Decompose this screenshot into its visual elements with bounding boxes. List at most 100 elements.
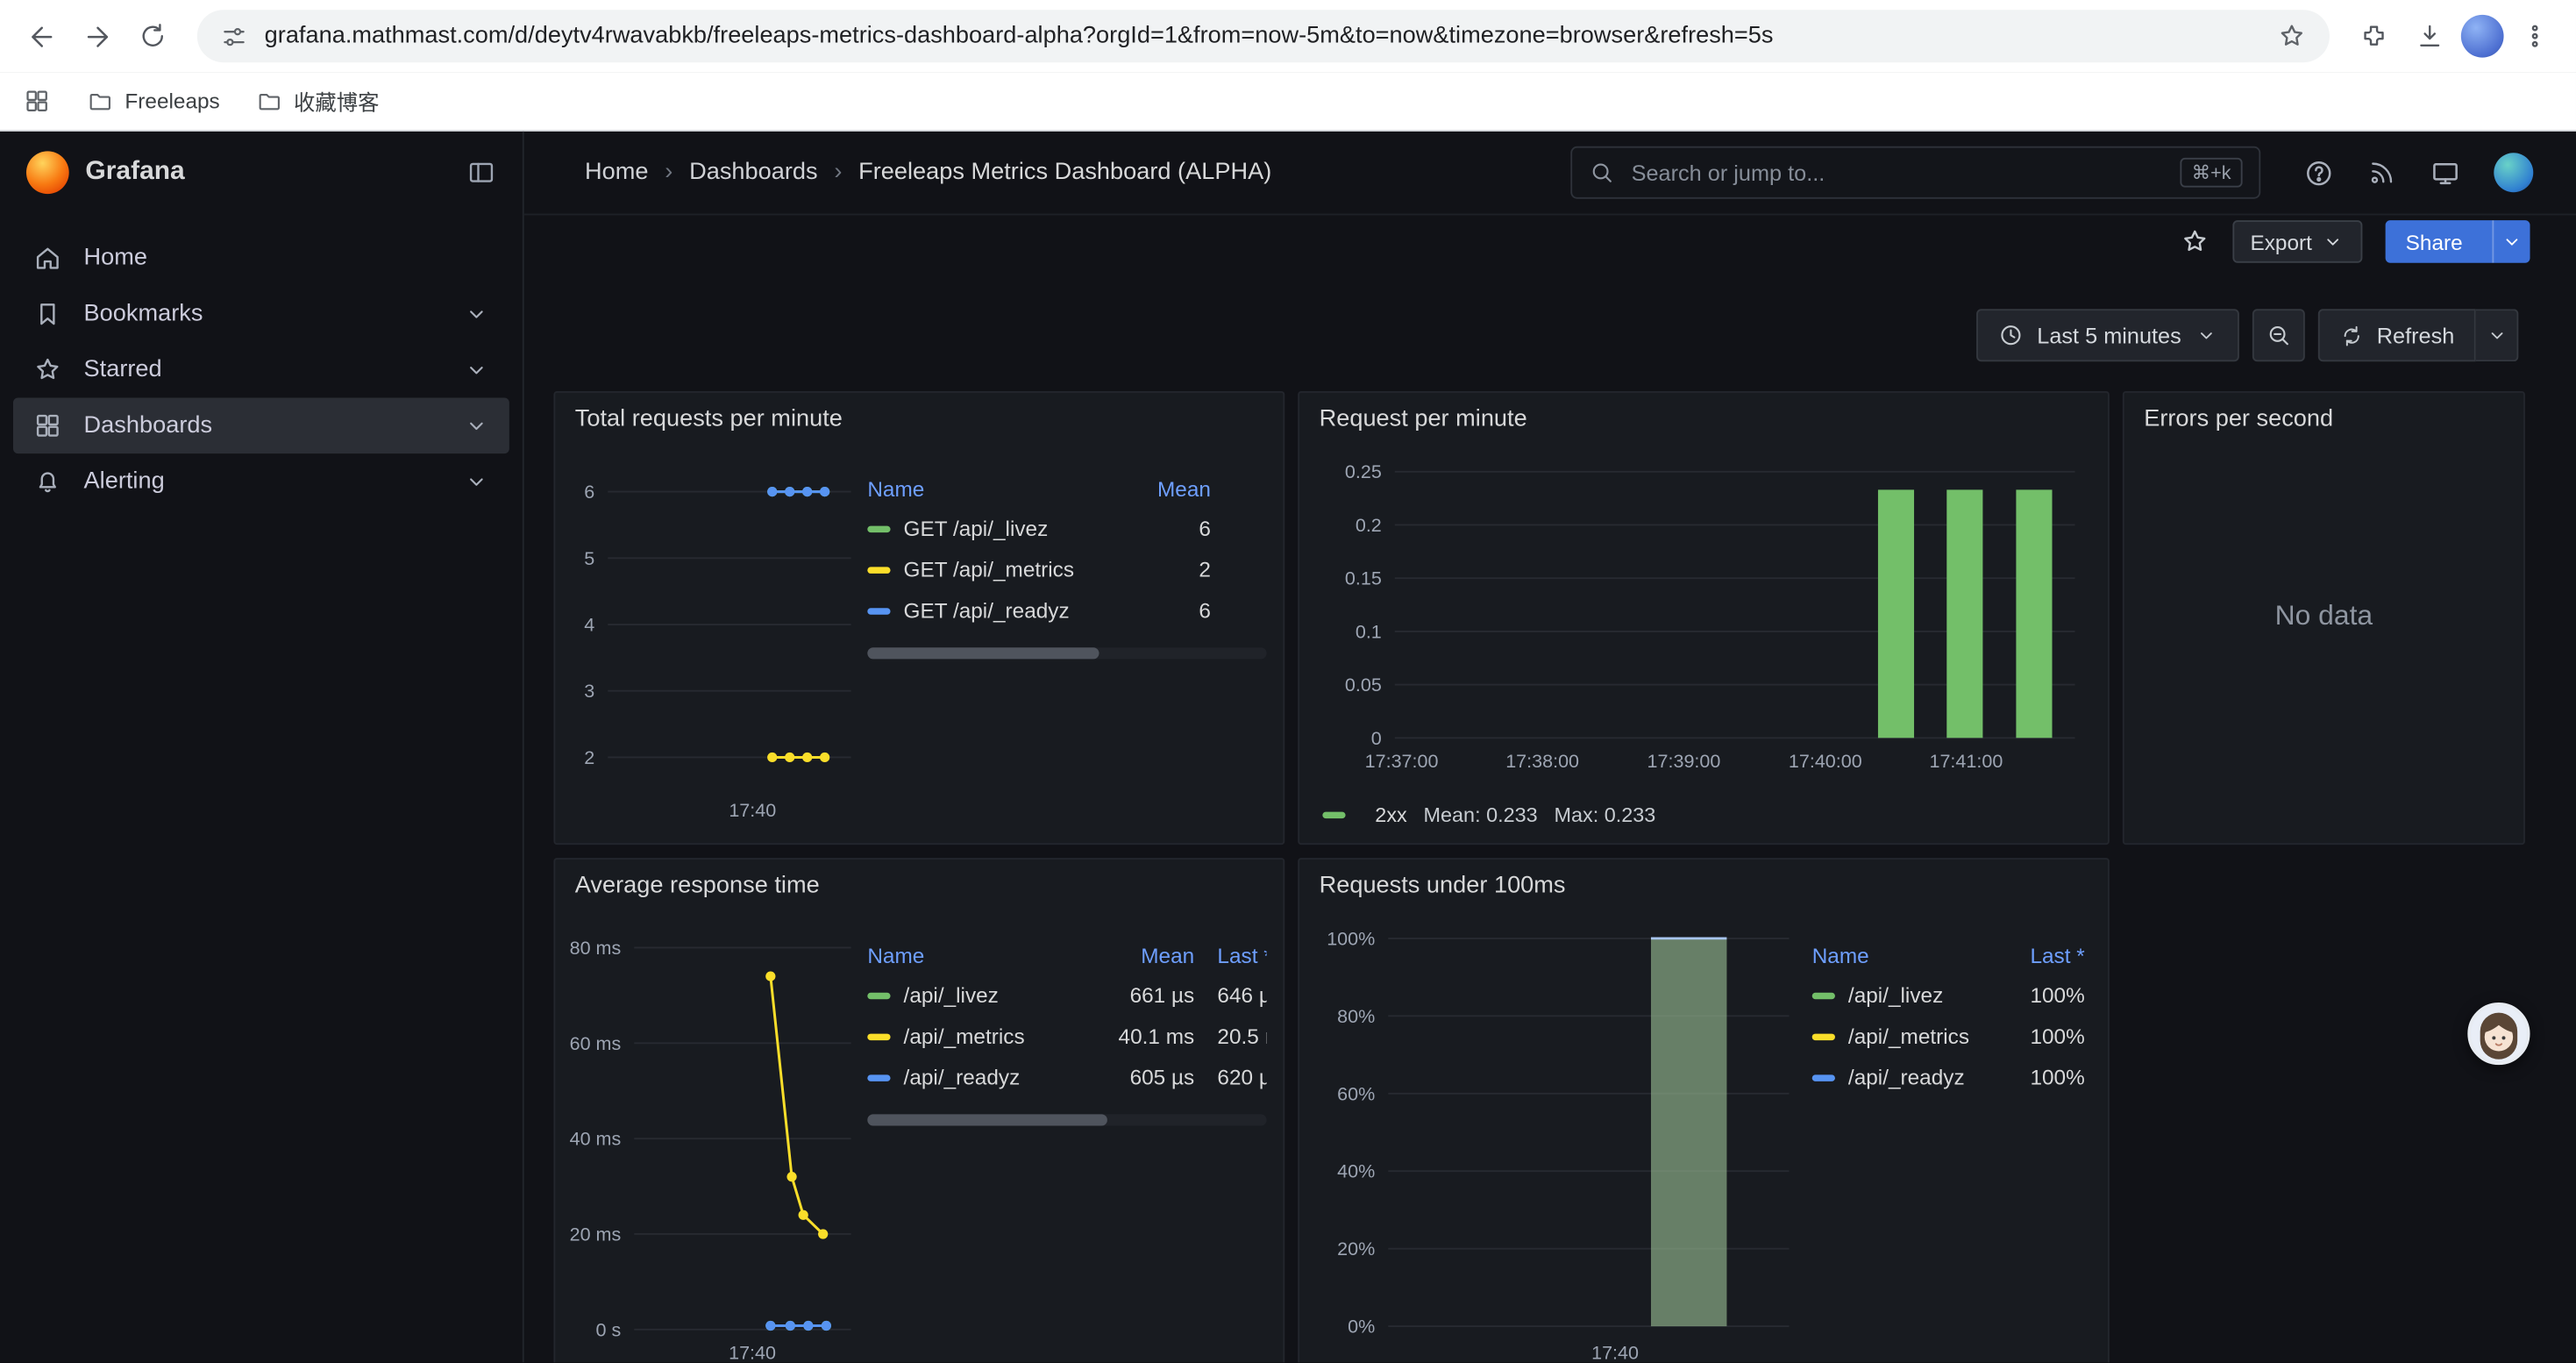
time-range-label: Last 5 minutes — [2037, 323, 2181, 347]
clock-icon — [1997, 322, 2024, 348]
browser-profile-avatar[interactable] — [2461, 15, 2504, 58]
refresh-button[interactable]: Refresh — [2317, 309, 2475, 361]
breadcrumb-dashboards[interactable]: Dashboards — [689, 160, 818, 186]
bookmark-folder-blogs[interactable]: 收藏博客 — [256, 85, 380, 117]
sidebar-item-bookmarks[interactable]: Bookmarks — [13, 286, 509, 342]
grafana-app: Grafana Home Bookmarks Starred — [0, 132, 2576, 1362]
panel-title[interactable]: Requests under 100ms — [1320, 873, 1566, 899]
legend-scrollbar[interactable] — [867, 647, 1266, 659]
legend-header-mean[interactable]: Mean — [1115, 943, 1194, 967]
legend-inline: 2xx Mean: 0.233 Max: 0.233 — [1322, 803, 1655, 826]
sidebar-item-label: Starred — [84, 357, 162, 383]
legend-header-last[interactable]: Last * — [1217, 943, 1266, 967]
help-icon[interactable] — [2303, 157, 2335, 189]
export-button[interactable]: Export — [2232, 220, 2363, 263]
svg-text:0.1: 0.1 — [1356, 621, 1382, 642]
legend-header-name[interactable]: Name — [867, 475, 1132, 500]
share-menu-caret[interactable] — [2492, 220, 2530, 263]
series-name[interactable]: /api/_metrics — [904, 1024, 1116, 1048]
sidebar: Grafana Home Bookmarks Starred — [0, 132, 524, 1362]
search-input[interactable] — [1628, 159, 2167, 187]
search-box[interactable]: ⌘+k — [1570, 146, 2260, 199]
svg-text:20%: 20% — [1337, 1238, 1375, 1260]
svg-text:0.25: 0.25 — [1345, 461, 1382, 482]
legend-scrollbar[interactable] — [867, 1114, 1266, 1125]
svg-text:80 ms: 80 ms — [570, 938, 622, 959]
extensions-icon[interactable] — [2349, 11, 2398, 61]
panel-title[interactable]: Errors per second — [2144, 406, 2333, 432]
avatar-image — [2471, 1006, 2527, 1062]
user-avatar[interactable] — [2494, 153, 2533, 192]
series-last: 646 µs — [1217, 982, 1266, 1007]
url-bar[interactable]: grafana.mathmast.com/d/deytv4rwavabkb/fr… — [197, 10, 2330, 62]
reload-button[interactable] — [128, 11, 177, 61]
series-mean: 661 µs — [1115, 982, 1194, 1007]
under-100ms-chart[interactable]: 100%80%60%40%20%0%17:40 — [1313, 916, 1805, 1363]
apps-grid-icon[interactable] — [23, 87, 51, 115]
sidebar-nav: Home Bookmarks Starred Dashboards — [0, 214, 523, 526]
legend-header-mean[interactable]: Mean — [1132, 475, 1211, 500]
legend-row: /api/_metrics 100% — [1812, 1016, 2085, 1057]
time-range-picker[interactable]: Last 5 minutes — [1976, 309, 2238, 361]
request-per-minute-chart[interactable]: 0.250.20.150.10.05017:37:0017:38:0017:39… — [1313, 449, 2098, 778]
sidebar-item-home[interactable]: Home — [13, 230, 509, 286]
legend-row: GET /api/_livez 6 — [867, 508, 1266, 549]
panel-title[interactable]: Total requests per minute — [575, 406, 843, 432]
browser-menu-icon[interactable] — [2510, 11, 2559, 61]
svg-text:2: 2 — [584, 747, 594, 768]
panel-requests-under-100ms: Requests under 100ms 100%80%60%40%20%0%1… — [1298, 858, 2110, 1362]
chevron-down-icon[interactable] — [463, 412, 489, 439]
back-button[interactable] — [17, 11, 66, 61]
average-response-chart[interactable]: 80 ms60 ms40 ms20 ms0 s17:40 — [566, 916, 865, 1363]
display-icon[interactable] — [2430, 157, 2461, 189]
news-rss-icon[interactable] — [2367, 158, 2397, 188]
series-name[interactable]: /api/_livez — [904, 982, 1116, 1007]
chevron-down-icon[interactable] — [463, 468, 489, 495]
bookmark-folder-freeleaps[interactable]: Freeleaps — [87, 88, 219, 114]
series-name[interactable]: /api/_readyz — [904, 1065, 1116, 1089]
chevron-down-icon[interactable] — [463, 357, 489, 383]
scrollbar-thumb[interactable] — [867, 647, 1099, 659]
breadcrumb-home[interactable]: Home — [585, 160, 648, 186]
series-mean: 2 — [1132, 557, 1211, 582]
series-name[interactable]: GET /api/_metrics — [904, 557, 1132, 582]
favorite-star-icon[interactable] — [2180, 227, 2210, 257]
legend-header-name[interactable]: Name — [867, 943, 1115, 967]
series-name[interactable]: /api/_metrics — [1848, 1024, 2010, 1048]
screen: grafana.mathmast.com/d/deytv4rwavabkb/fr… — [0, 0, 2576, 1362]
series-swatch — [867, 525, 890, 532]
panel-title[interactable]: Request per minute — [1320, 406, 1527, 432]
panel-request-per-minute: Request per minute 0.250.20.150.10.05017… — [1298, 391, 2110, 845]
sidebar-item-alerting[interactable]: Alerting — [13, 453, 509, 510]
refresh-label: Refresh — [2377, 323, 2455, 347]
total-requests-chart[interactable]: 6543217:40 — [566, 449, 865, 827]
forward-button[interactable] — [72, 11, 121, 61]
legend-header-last[interactable]: Last * — [2010, 943, 2085, 967]
share-main-button[interactable]: Share — [2386, 220, 2482, 263]
sidebar-item-starred[interactable]: Starred — [13, 342, 509, 398]
legend-header-name[interactable]: Name — [1812, 943, 2010, 967]
downloads-icon[interactable] — [2405, 11, 2454, 61]
chevron-down-icon[interactable] — [463, 301, 489, 327]
panel-title[interactable]: Average response time — [575, 873, 820, 899]
series-name[interactable]: GET /api/_readyz — [904, 598, 1132, 623]
assistant-avatar[interactable] — [2467, 1003, 2530, 1065]
series-mean: 6 — [1132, 516, 1211, 540]
series-name[interactable]: /api/_livez — [1848, 982, 2010, 1007]
series-swatch — [867, 992, 890, 998]
grafana-logo[interactable] — [26, 151, 69, 194]
bookmark-icon — [32, 299, 62, 329]
url-text[interactable]: grafana.mathmast.com/d/deytv4rwavabkb/fr… — [265, 23, 2261, 49]
sidebar-item-dashboards[interactable]: Dashboards — [13, 397, 509, 453]
zoom-out-button[interactable] — [2252, 309, 2304, 361]
refresh-interval-caret[interactable] — [2476, 309, 2519, 361]
scrollbar-thumb[interactable] — [867, 1114, 1107, 1125]
series-name[interactable]: /api/_readyz — [1848, 1065, 2010, 1089]
series-name[interactable]: 2xx — [1375, 803, 1406, 826]
bookmark-star-icon[interactable] — [2277, 21, 2307, 51]
svg-text:6: 6 — [584, 482, 594, 503]
panel-total-requests: Total requests per minute 6543217:40 Nam… — [553, 391, 1284, 845]
sidebar-toggle-icon[interactable] — [466, 158, 496, 188]
series-name[interactable]: GET /api/_livez — [904, 516, 1132, 540]
site-info-icon[interactable] — [220, 22, 248, 50]
